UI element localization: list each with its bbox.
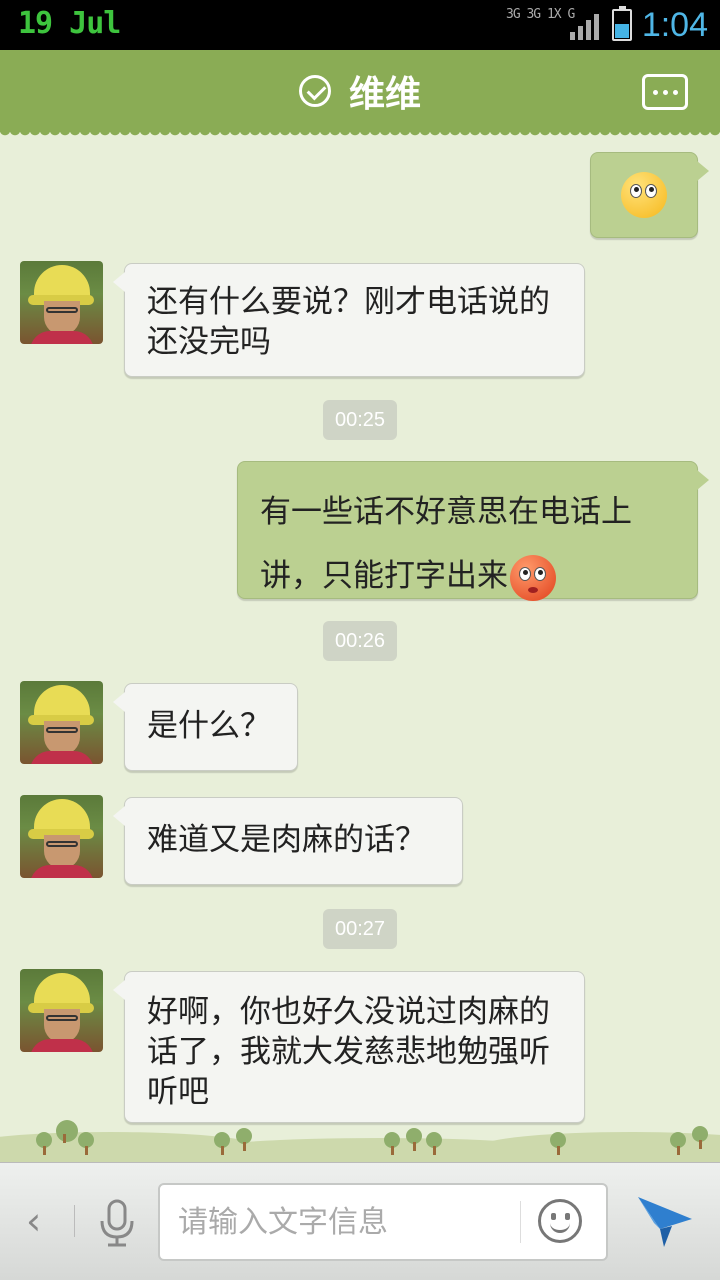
emoji-picker-icon[interactable] bbox=[538, 1199, 582, 1243]
signal-icon bbox=[570, 14, 600, 40]
chevron-left-icon[interactable]: ‹ bbox=[26, 1201, 46, 1241]
message-received[interactable]: 难道又是肉麻的话？ bbox=[113, 797, 463, 885]
contact-avatar[interactable] bbox=[20, 795, 103, 878]
send-icon[interactable] bbox=[636, 1193, 694, 1249]
timestamp: 00:25 bbox=[323, 400, 397, 440]
message-received[interactable]: 是什么？ bbox=[113, 683, 298, 771]
timestamp: 00:27 bbox=[323, 909, 397, 949]
shy-face-icon bbox=[621, 172, 667, 218]
message-text: 有一些话不好意思在电话上讲，只能打字出来 bbox=[260, 494, 632, 594]
message-sent-content: 有一些话不好意思在电话上讲，只能打字出来 bbox=[260, 480, 680, 608]
message-sent-emoji[interactable] bbox=[590, 152, 709, 238]
rolling-eyes-face-icon bbox=[510, 554, 556, 601]
chat-header: 维维 bbox=[0, 50, 720, 140]
network-label: 3G 3G 1X G bbox=[506, 7, 575, 22]
contact-avatar[interactable] bbox=[20, 681, 103, 764]
more-options-button[interactable] bbox=[642, 74, 688, 110]
background-scenery bbox=[0, 1108, 720, 1162]
message-text: 难道又是肉麻的话？ bbox=[147, 822, 426, 858]
status-date: 19 Jul bbox=[18, 6, 121, 41]
timestamp: 00:26 bbox=[323, 621, 397, 661]
online-check-icon bbox=[298, 75, 331, 107]
contact-name: 维维 bbox=[348, 74, 421, 115]
message-received[interactable]: 还有什么要说？刚才电话说的还没完吗 bbox=[113, 263, 585, 377]
battery-icon bbox=[612, 6, 632, 41]
network-indicator-icon: 3G 3G 1X G bbox=[506, 7, 575, 22]
message-input[interactable] bbox=[178, 1199, 508, 1245]
message-text: 还有什么要说？刚才电话说的还没完吗 bbox=[147, 284, 550, 360]
status-time: 1:04 bbox=[641, 6, 708, 44]
microphone-icon[interactable] bbox=[98, 1199, 136, 1247]
message-input-box[interactable] bbox=[158, 1183, 608, 1261]
contact-avatar[interactable] bbox=[20, 969, 103, 1052]
message-received[interactable]: 好啊，你也好久没说过肉麻的话了，我就大发慈悲地勉强听听吧 bbox=[113, 971, 585, 1123]
message-list[interactable]: 还有什么要说？刚才电话说的还没完吗 00:25 有一些话不好意思在电话上讲，只能… bbox=[0, 140, 720, 1160]
status-bar: 19 Jul 3G 3G 1X G 1:04 bbox=[0, 0, 720, 50]
contact-avatar[interactable] bbox=[20, 261, 103, 344]
input-bar: ‹ bbox=[0, 1162, 720, 1280]
message-text: 好啊，你也好久没说过肉麻的话了，我就大发慈悲地勉强听听吧 bbox=[147, 994, 550, 1110]
message-text: 是什么？ bbox=[147, 708, 271, 744]
